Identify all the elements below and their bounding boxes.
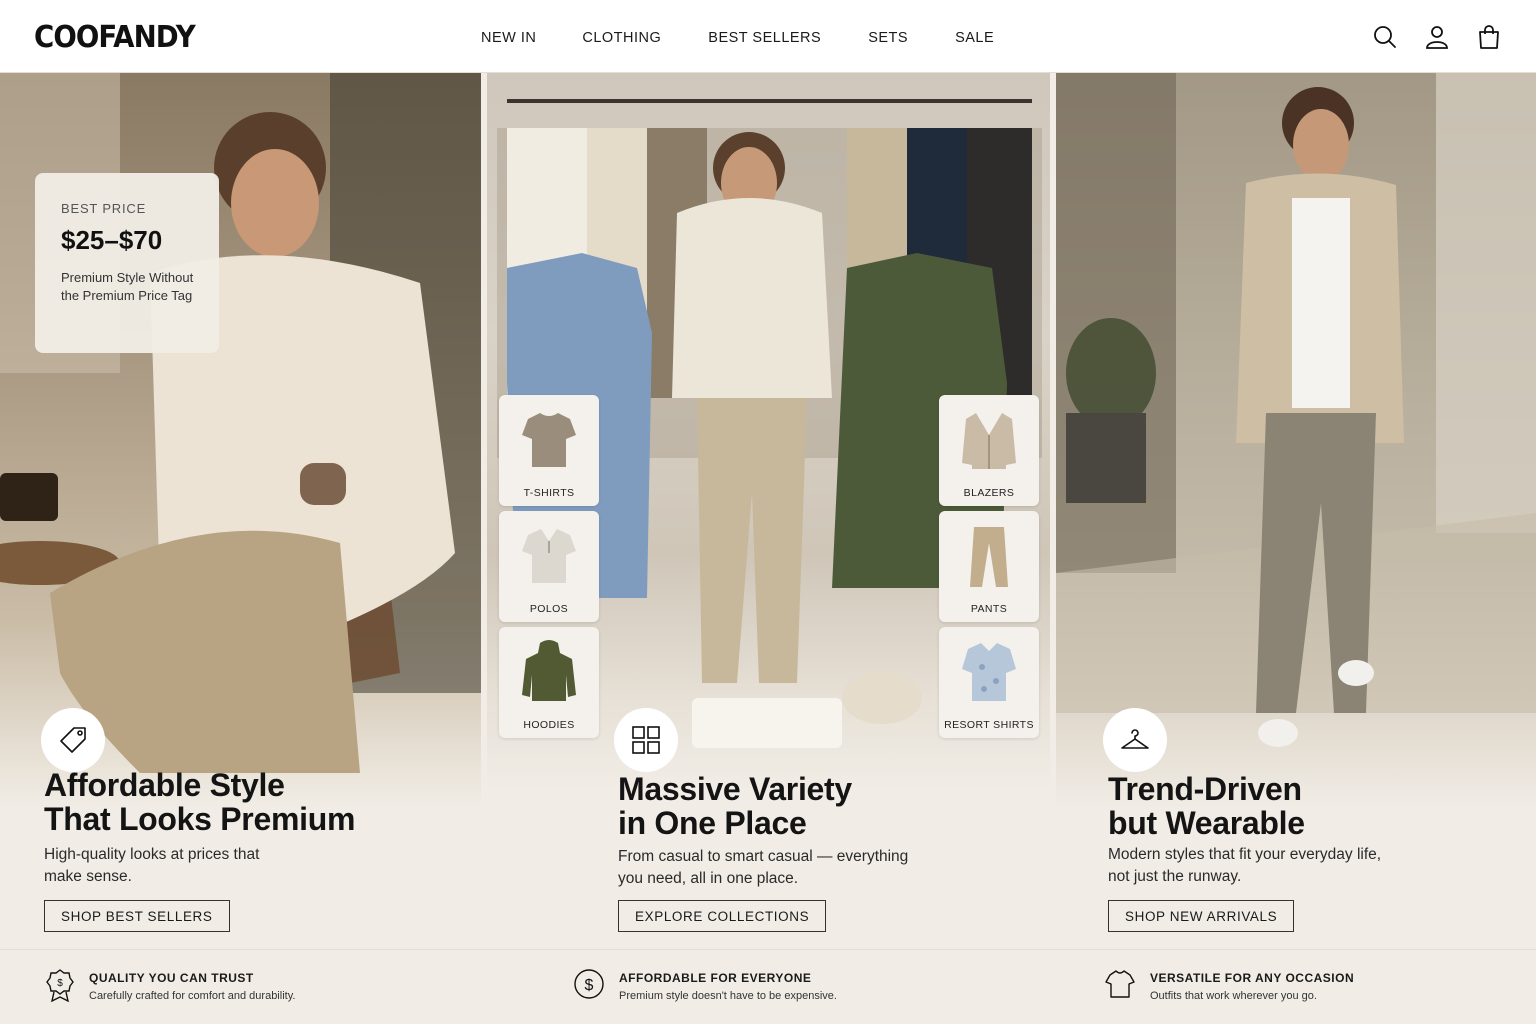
- grid-icon-circle: [614, 708, 678, 772]
- nav-new-in[interactable]: NEW IN: [481, 30, 536, 46]
- feature-title: AFFORDABLE FOR EVERYONE: [619, 971, 812, 985]
- category-tile-polos[interactable]: POLOS: [499, 511, 599, 622]
- headline-line-2: in One Place: [618, 805, 807, 841]
- pants-product-icon: [970, 527, 1008, 587]
- site-header: COOFANDY NEW IN CLOTHING BEST SELLERS SE…: [0, 0, 1536, 73]
- panel-description: Modern styles that fit your everyday lif…: [1108, 846, 1382, 885]
- category-tile-resort-shirts[interactable]: RESORT SHIRTS: [939, 627, 1039, 738]
- main-nav: NEW IN CLOTHING BEST SELLERS SETS SALE: [481, 30, 994, 46]
- category-tile-blazers[interactable]: BLAZERS: [939, 395, 1039, 506]
- hanger-icon-circle: [1103, 708, 1167, 772]
- panel-headline: Trend-Driven but Wearable: [1108, 772, 1305, 840]
- headline-line-2: That Looks Premium: [44, 801, 356, 837]
- headline-line-1: Affordable Style: [44, 767, 285, 803]
- polo-product-icon: [522, 529, 576, 583]
- panel-description: From casual to smart casual — everything…: [618, 848, 909, 887]
- nav-sale[interactable]: SALE: [955, 30, 994, 46]
- headline-line-1: Trend-Driven: [1108, 771, 1302, 807]
- price-card: BEST PRICE $25–$70 Premium Style Without…: [35, 173, 219, 353]
- category-tile-hoodies[interactable]: HOODIES: [499, 627, 599, 738]
- header-actions: [1372, 24, 1502, 50]
- panel-headline: Affordable Style That Looks Premium: [44, 768, 355, 836]
- blazer-product-icon: [962, 413, 1016, 469]
- explore-collections-button[interactable]: EXPLORE COLLECTIONS: [618, 900, 827, 932]
- category-tile-tshirts[interactable]: T-SHIRTS: [499, 395, 599, 506]
- account-icon[interactable]: [1424, 24, 1450, 50]
- panel-description: High-quality looks at prices that make s…: [44, 846, 260, 885]
- resort-shirt-product-icon: [962, 643, 1016, 701]
- hoodie-product-icon: [522, 640, 576, 701]
- feature-subtitle: Carefully crafted for comfort and durabi…: [89, 990, 296, 1002]
- feature-subtitle: Premium style doesn't have to be expensi…: [619, 990, 837, 1002]
- feature-strip: $ QUALITY YOU CAN TRUST Carefully crafte…: [0, 949, 1536, 1024]
- tag-icon: [60, 727, 86, 753]
- panel-headline: Massive Variety in One Place: [618, 772, 852, 840]
- feature-title: QUALITY YOU CAN TRUST: [89, 971, 254, 985]
- feature-title: VERSATILE FOR ANY OCCASION: [1150, 971, 1355, 985]
- dollar-icon: $: [574, 969, 604, 999]
- search-icon[interactable]: [1372, 24, 1398, 50]
- price-subtitle: Premium Style Without the Premium Price …: [61, 270, 194, 303]
- shop-new-arrivals-button[interactable]: SHOP NEW ARRIVALS: [1108, 900, 1295, 932]
- headline-line-1: Massive Variety: [618, 771, 852, 807]
- tile-label: BLAZERS: [963, 487, 1015, 499]
- hanger-icon: [1121, 729, 1149, 749]
- tile-label: POLOS: [529, 603, 569, 615]
- tile-label: T-SHIRTS: [523, 487, 575, 499]
- shop-best-sellers-button[interactable]: SHOP BEST SELLERS: [44, 900, 230, 932]
- panel-affordable: BEST PRICE $25–$70 Premium Style Without…: [0, 73, 481, 949]
- price-range: $25–$70: [61, 225, 163, 255]
- svg-text:$: $: [585, 977, 594, 994]
- quality-badge-icon: $: [46, 969, 74, 1002]
- headline-line-2: but Wearable: [1108, 805, 1305, 841]
- nav-sets[interactable]: SETS: [868, 30, 908, 46]
- panel-trend: Trend-Driven but Wearable Modern styles …: [1056, 73, 1536, 949]
- nav-best-sellers[interactable]: BEST SELLERS: [708, 30, 821, 46]
- price-label: BEST PRICE: [61, 201, 147, 216]
- tag-icon-circle: [41, 708, 105, 772]
- feature-subtitle: Outfits that work wherever you go.: [1150, 990, 1317, 1002]
- grid-icon: [632, 726, 660, 754]
- brand-logo[interactable]: COOFANDY: [34, 20, 196, 55]
- category-tile-pants[interactable]: PANTS: [939, 511, 1039, 622]
- tile-label: HOODIES: [523, 719, 575, 731]
- tile-label: RESORT SHIRTS: [944, 719, 1034, 731]
- nav-clothing[interactable]: CLOTHING: [582, 30, 661, 46]
- svg-text:$: $: [57, 978, 63, 989]
- tshirt-icon: [1105, 970, 1135, 998]
- panel-variety: T-SHIRTS POLOS HOODIES BLAZERS PANTS RES…: [487, 73, 1050, 949]
- tshirt-product-icon: [522, 413, 576, 467]
- tile-label: PANTS: [970, 603, 1008, 615]
- bag-icon[interactable]: [1476, 24, 1502, 50]
